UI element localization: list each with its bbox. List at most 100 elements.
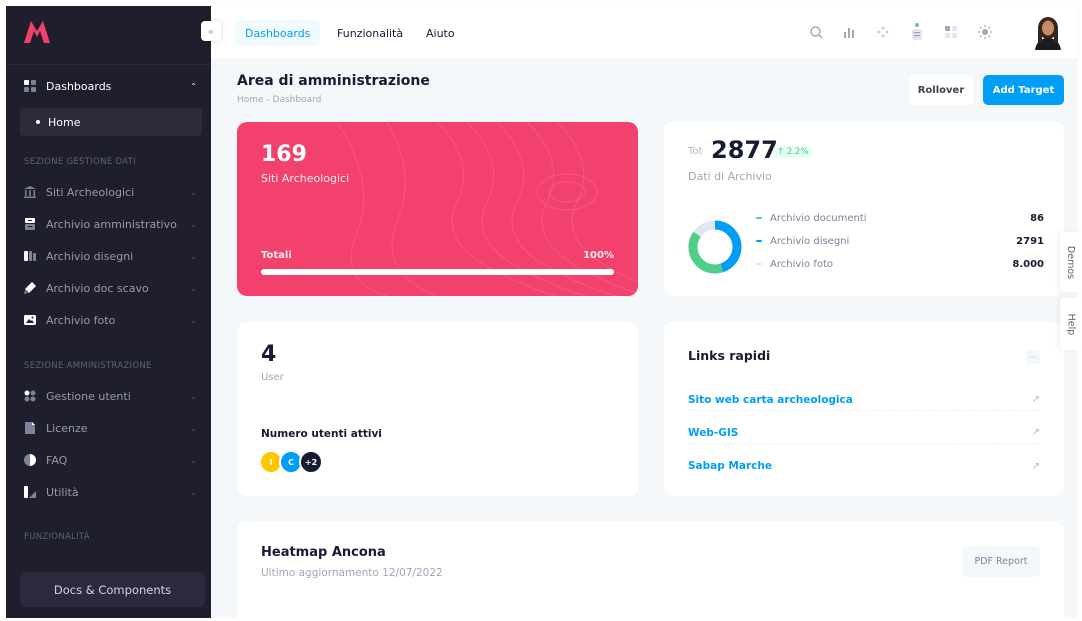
dots-icon[interactable]: ··· [1026,350,1040,364]
heatmap-title: Heatmap Ancona [261,545,386,560]
chevron-down-icon: ⌄ [190,251,197,261]
tools-icon [24,486,36,498]
topbar: Dashboards Funzionalità Aiuto [211,6,1077,58]
heatmap-subtitle: Ultimo aggiornamento 12/07/2022 [261,567,443,579]
sidebar-item-archivio-doc-scavo[interactable]: Archivio doc scavo ⌄ [6,274,211,302]
chevron-down-icon: ⌄ [190,391,197,401]
chart-icon[interactable] [840,23,858,41]
users-card: 4 User Numero utenti attivi I C +2 [237,322,638,496]
tab-funzionalita[interactable]: Funzionalità [327,20,413,46]
legend-label: Archivio foto [770,258,834,270]
chevron-down-icon: ⌄ [190,283,197,293]
tab-dashboards[interactable]: Dashboards [235,20,321,46]
double-chevron-left-icon[interactable]: « [201,21,221,41]
temple-icon [24,186,36,198]
legend-marker [756,240,762,242]
external-link-icon[interactable]: ↗ [1032,427,1040,438]
chevron-down-icon: ⌄ [190,315,197,325]
sun-icon[interactable] [976,23,994,41]
sidebar-item-gestione-utenti[interactable]: Gestione utenti ⌄ [6,382,211,410]
sparkle-icon[interactable] [874,23,892,41]
sidebar: Dashboards ⌃ Home SEZIONE GESTIONE DATI … [6,6,211,618]
chevron-up-icon: ⌃ [190,81,197,91]
pdf-report-button[interactable]: PDF Report [962,546,1040,577]
breadcrumb[interactable]: Home - Dashboard [237,95,321,105]
legend-value: 86 [1030,212,1044,224]
chevron-down-icon: ⌄ [190,187,197,197]
legend-value: 2791 [1016,235,1044,247]
sidebar-item-utilita[interactable]: Utilità ⌄ [6,478,211,506]
progress-fill [261,269,614,275]
siti-label: Siti Archeologici [261,172,350,185]
external-link-icon[interactable]: ↗ [1032,394,1040,405]
sidebar-item-dashboards[interactable]: Dashboards ⌃ [6,72,211,100]
legend-marker [756,217,762,219]
sidebar-item-home[interactable]: Home [20,108,202,136]
sidebar-item-siti[interactable]: Siti Archeologici ⌄ [6,178,211,206]
sidebar-item-archivio-foto[interactable]: Archivio foto ⌄ [6,306,211,334]
help-tab[interactable]: Help [1060,298,1082,350]
sidebar-item-label: Siti Archeologici [46,185,135,199]
chevron-down-icon: ⌄ [190,487,197,497]
dati-archivio-card: Tot 2877 ↑ 2.2% Dati di Archivio Archivi… [664,122,1064,296]
legend-label: Archivio documenti [770,212,867,224]
add-target-button[interactable]: Add Target [983,75,1064,105]
archivio-total: 2877 [711,136,778,164]
sidebar-item-label: Home [48,115,81,129]
sidebar-item-archivio-amministrativo[interactable]: Archivio amministrativo ⌄ [6,210,211,238]
users-icon [24,390,36,402]
demos-label: Demos [1065,245,1077,279]
users-count: 4 [261,342,277,367]
link-label[interactable]: Sito web carta archeologica [688,394,1032,406]
logo-icon[interactable] [24,21,50,43]
search-icon[interactable] [807,23,825,41]
avatar-more[interactable]: +2 [299,450,323,474]
archivio-label: Dati di Archivio [688,170,772,183]
pen-icon [24,282,36,294]
grid-icon [24,80,36,92]
sidebar-item-label: Archivio amministrativo [46,217,177,231]
sidebar-item-licenze[interactable]: Licenze ⌄ [6,414,211,442]
main-content: Area di amministrazione Home - Dashboard… [211,58,1077,618]
user-avatar[interactable] [1033,16,1063,50]
external-link-icon[interactable]: ↗ [1032,461,1040,472]
notification-icon[interactable] [908,23,926,41]
totali-percent: 100% [583,250,614,261]
link-row[interactable]: Sito web carta archeologica ↗ [688,389,1040,411]
link-label[interactable]: Web-GIS [688,427,1032,439]
sidebar-item-faq[interactable]: FAQ ⌄ [6,446,211,474]
sidebar-item-label: Dashboards [46,79,112,93]
legend-row: Archivio disegni 2791 [756,233,1044,249]
chevron-down-icon: ⌄ [190,219,197,229]
link-row[interactable]: Sabap Marche ↗ [688,455,1040,477]
apps-icon[interactable] [942,23,960,41]
legend-row: Archivio foto 8.000 [756,256,1044,272]
link-row[interactable]: Web-GIS ↗ [688,422,1040,444]
demos-tab[interactable]: Demos [1060,232,1082,292]
legend-row: Archivio documenti 86 [756,210,1044,226]
progress-track [261,269,614,275]
rollover-button[interactable]: Rollover [909,75,973,105]
section-label-gestione: SEZIONE GESTIONE DATI [24,157,136,167]
delta-badge: ↑ 2.2% [773,146,813,158]
link-label[interactable]: Sabap Marche [688,460,1032,472]
siti-count: 169 [261,142,307,167]
section-label-funzionalita: FUNZIONALITÀ [24,532,90,542]
donut-chart [688,220,742,274]
drawing-icon [24,250,36,262]
active-users-label: Numero utenti attivi [261,428,382,440]
faq-icon [24,454,36,466]
siti-archeologici-card[interactable]: 169 Siti Archeologici Totali 100% [237,122,638,296]
sidebar-item-label: Archivio foto [46,313,116,327]
docs-components-button[interactable]: Docs & Components [20,572,205,607]
chevron-down-icon: ⌄ [190,423,197,433]
chevron-down-icon: ⌄ [190,455,197,465]
sidebar-item-label: Archivio doc scavo [46,281,149,295]
sidebar-item-archivio-disegni[interactable]: Archivio disegni ⌄ [6,242,211,270]
bullet-icon [36,120,40,124]
sidebar-item-label: Archivio disegni [46,249,134,263]
sidebar-divider [6,64,211,65]
section-label-amministrazione: SEZIONE AMMINISTRAZIONE [24,361,152,371]
tab-aiuto[interactable]: Aiuto [416,20,465,46]
links-rapidi-card: Links rapidi ··· Sito web carta archeolo… [664,322,1064,496]
